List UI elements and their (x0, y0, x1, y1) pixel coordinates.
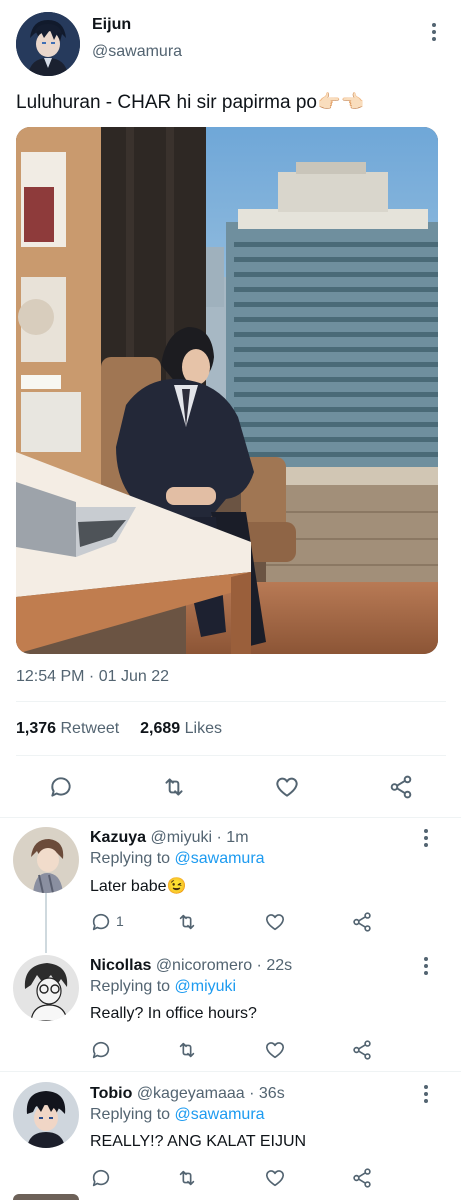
retweet-button[interactable] (174, 1165, 200, 1191)
tweet-photo[interactable] (16, 127, 438, 654)
like-button[interactable] (272, 772, 302, 802)
heart-icon (265, 1042, 285, 1059)
author-name[interactable]: Eijun (92, 16, 131, 34)
reply-button[interactable] (88, 1165, 114, 1191)
engagement-stats: 1,376 Retweet 2,689 Likes (16, 720, 222, 738)
reply-text: Later babe😉 (90, 878, 187, 895)
reply-avatar[interactable] (13, 827, 79, 893)
retweet-icon (179, 914, 195, 930)
like-button[interactable] (262, 909, 288, 935)
reply-text: REALLY!? ANG KALAT EIJUN (90, 1133, 307, 1150)
next-reply-avatar-partial (13, 1194, 79, 1200)
reply-header: Nicollas @nicoromero · 22s (90, 957, 292, 975)
reply-time[interactable]: · 1m (217, 829, 249, 846)
reply-button[interactable] (88, 909, 114, 935)
comment-icon (92, 1169, 110, 1187)
likes-label[interactable]: Likes (185, 720, 222, 737)
replying-to-line: Replying to @sawamura (90, 850, 265, 868)
tweet-text: Luluhuran - CHAR hi sir papirma po👉🏻👈🏻 (16, 92, 365, 113)
divider (0, 817, 461, 818)
share-button[interactable] (386, 772, 416, 802)
share-button[interactable] (349, 1037, 375, 1063)
reply-header: Tobio @kageyamaaa · 36s (90, 1085, 285, 1103)
like-button[interactable] (262, 1165, 288, 1191)
more-options-icon[interactable] (422, 20, 446, 44)
retweet-icon (165, 778, 183, 796)
like-button[interactable] (262, 1037, 288, 1063)
replying-to-handle[interactable]: @sawamura (175, 850, 265, 867)
reply-author-name[interactable]: Kazuya (90, 829, 146, 846)
share-icon (390, 775, 412, 799)
retweet-icon (179, 1042, 195, 1058)
reply-button[interactable] (46, 772, 76, 802)
avatar-image (16, 12, 80, 76)
share-icon (353, 912, 371, 932)
author-avatar[interactable] (16, 12, 80, 76)
heart-icon (265, 1170, 285, 1187)
reply-author-handle[interactable]: @nicoromero (156, 957, 252, 974)
reply-time[interactable]: · 36s (249, 1085, 285, 1102)
heart-icon (265, 914, 285, 931)
tweet-timestamp[interactable]: 12:54 PM · 01 Jun 22 (16, 668, 169, 686)
likes-count[interactable]: 2,689 (140, 720, 180, 737)
retweet-icon (179, 1170, 195, 1186)
reply-text: Really? In office hours? (90, 1005, 257, 1022)
more-options-icon[interactable] (414, 826, 438, 850)
more-options-icon[interactable] (414, 954, 438, 978)
replying-to-label: Replying to (90, 1106, 171, 1123)
office-photo-illustration (16, 127, 438, 654)
replying-to-handle[interactable]: @sawamura (175, 1106, 265, 1123)
divider (0, 1071, 461, 1072)
replying-to-line: Replying to @miyuki (90, 978, 236, 996)
reply-author-handle[interactable]: @kageyamaaa (137, 1085, 245, 1102)
author-handle[interactable]: @sawamura (92, 43, 182, 61)
heart-icon (276, 777, 298, 797)
share-button[interactable] (349, 909, 375, 935)
divider (16, 701, 446, 702)
reply-header: Kazuya @miyuki · 1m (90, 829, 249, 847)
more-options-icon[interactable] (414, 1082, 438, 1106)
reply-author-name[interactable]: Nicollas (90, 957, 151, 974)
replying-to-line: Replying to @sawamura (90, 1106, 265, 1124)
reply-author-name[interactable]: Tobio (90, 1085, 132, 1102)
reply-avatar[interactable] (13, 1082, 79, 1148)
retweet-button[interactable] (174, 909, 200, 935)
retweet-button[interactable] (159, 772, 189, 802)
retweet-button[interactable] (174, 1037, 200, 1063)
reply-count: 1 (116, 913, 124, 929)
comment-icon (92, 913, 110, 931)
retweet-count[interactable]: 1,376 (16, 720, 56, 737)
share-icon (353, 1040, 371, 1060)
thread-connector-line (45, 893, 47, 953)
share-button[interactable] (349, 1165, 375, 1191)
replying-to-label: Replying to (90, 850, 171, 867)
retweet-label[interactable]: Retweet (61, 720, 120, 737)
share-icon (353, 1168, 371, 1188)
comment-icon (51, 777, 71, 797)
reply-avatar[interactable] (13, 955, 79, 1021)
reply-button[interactable] (88, 1037, 114, 1063)
replying-to-handle[interactable]: @miyuki (175, 978, 237, 995)
divider (16, 755, 446, 756)
comment-icon (92, 1041, 110, 1059)
reply-time[interactable]: · 22s (257, 957, 293, 974)
reply-author-handle[interactable]: @miyuki (150, 829, 212, 846)
replying-to-label: Replying to (90, 978, 171, 995)
